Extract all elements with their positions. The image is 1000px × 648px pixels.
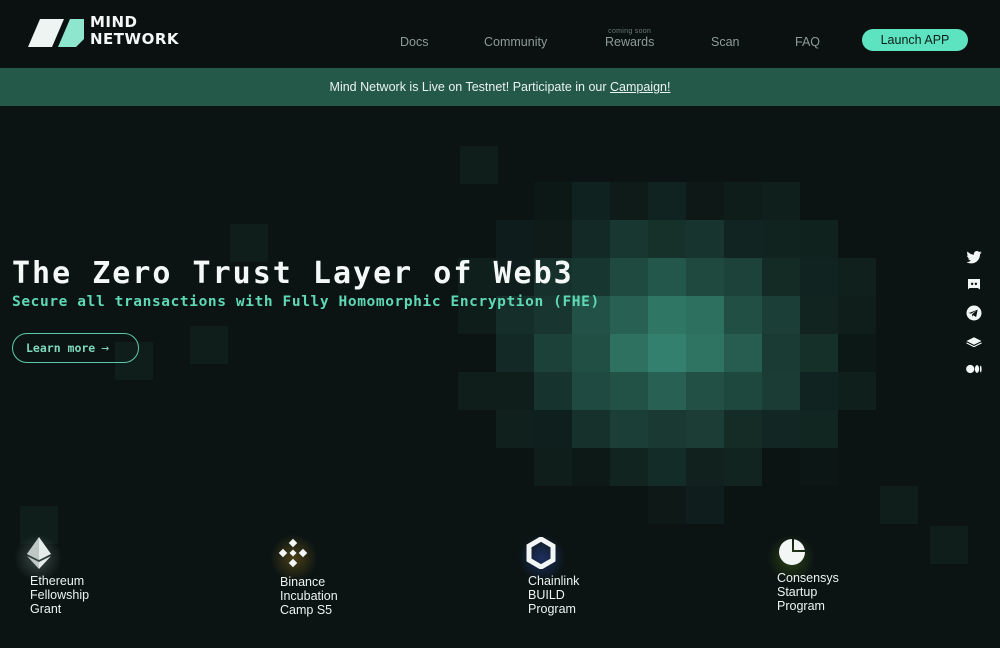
partner-ethereum[interactable]: Ethereum Fellowship Grant (0, 534, 150, 624)
nav-community[interactable]: Community (484, 35, 547, 49)
medium-icon[interactable] (965, 360, 983, 378)
partner-label: Ethereum Fellowship Grant (30, 574, 90, 616)
launch-app-button[interactable]: Launch APP (862, 29, 968, 51)
banner-text: Mind Network is Live on Testnet! Partici… (329, 80, 610, 94)
announcement-banner: Mind Network is Live on Testnet! Partici… (0, 68, 1000, 106)
twitter-icon[interactable] (965, 248, 983, 266)
hero-title: The Zero Trust Layer of Web3 (12, 256, 574, 291)
consensys-icon (779, 539, 805, 565)
nav-docs[interactable]: Docs (400, 35, 428, 49)
ethereum-icon (27, 537, 51, 569)
learn-more-button[interactable]: Learn more → (12, 333, 139, 363)
nav-scan[interactable]: Scan (711, 35, 740, 49)
partner-consensys[interactable]: Consensys Startup Program (747, 534, 897, 624)
social-links (965, 248, 985, 388)
mind-network-logo-icon (28, 19, 84, 47)
brand-name-line2: NETWORK (90, 30, 180, 48)
discord-icon[interactable] (965, 276, 983, 294)
binance-icon (278, 538, 308, 568)
top-navigation-bar: MIND NETWORK Docs Community coming soon … (0, 0, 1000, 68)
hero-section: The Zero Trust Layer of Web3 Secure all … (0, 106, 1000, 648)
arrow-right-icon: → (101, 341, 110, 356)
partner-label: Chainlink BUILD Program (528, 574, 580, 616)
nav-faq[interactable]: FAQ (795, 35, 820, 49)
campaign-link[interactable]: Campaign! (610, 80, 670, 94)
brand-name-line1: MIND (90, 13, 138, 31)
hero-subtitle: Secure all transactions with Fully Homom… (12, 294, 600, 310)
brand-name: MIND NETWORK (90, 14, 179, 48)
coming-soon-badge: coming soon (608, 28, 652, 35)
brand-logo[interactable]: MIND NETWORK (28, 14, 179, 48)
partner-label: Consensys Startup Program (777, 571, 839, 613)
gitbook-icon[interactable] (965, 332, 983, 350)
learn-more-label: Learn more (26, 341, 96, 355)
telegram-icon[interactable] (965, 304, 983, 322)
partner-label: Binance Incubation Camp S5 (280, 575, 338, 617)
nav-rewards-label: Rewards (605, 35, 655, 49)
nav-rewards[interactable]: coming soon Rewards (605, 28, 654, 49)
partner-chainlink[interactable]: Chainlink BUILD Program (498, 534, 648, 624)
chainlink-icon (526, 537, 556, 569)
partner-binance[interactable]: Binance Incubation Camp S5 (250, 534, 400, 624)
